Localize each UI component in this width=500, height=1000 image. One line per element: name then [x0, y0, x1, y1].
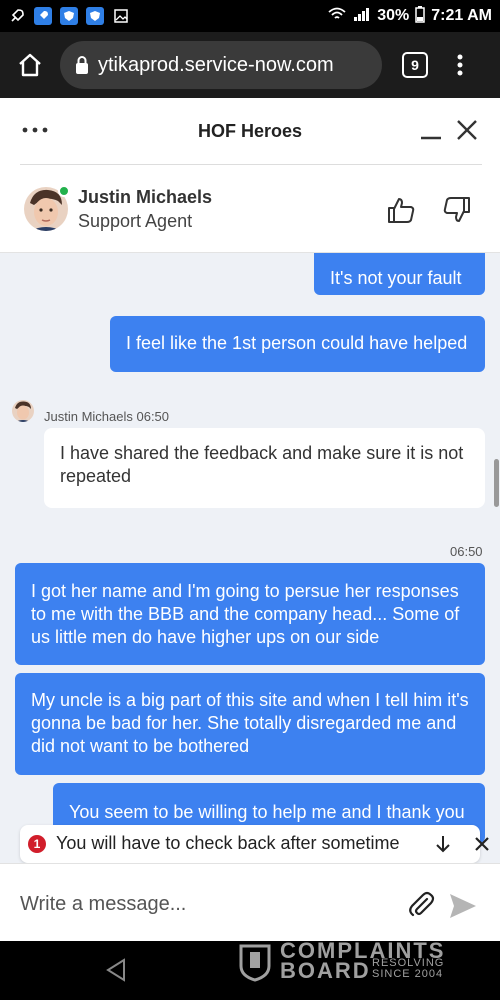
chat-header: HOF Heroes — [0, 98, 500, 165]
thumbs-up-icon — [388, 198, 415, 223]
home-icon — [19, 53, 41, 77]
scroll-down-button[interactable] — [432, 833, 454, 855]
message-composer — [0, 863, 500, 941]
lock-icon — [76, 56, 88, 74]
notification-banner: 1 You will have to check back after some… — [20, 825, 489, 863]
watermark-tagline: RESOLVING SINCE 2004 — [372, 957, 445, 980]
outgoing-message: It's not your fault — [314, 253, 485, 295]
complaints-board-logo — [239, 944, 271, 982]
watermark-line-2: BOARD — [280, 958, 371, 983]
paperclip-icon — [409, 891, 435, 917]
battery-icon — [415, 5, 425, 28]
close-icon — [457, 120, 477, 140]
watermark: COMPLAINTS BOARD RESOLVING SINCE 2004 — [238, 938, 458, 984]
close-chat-button[interactable] — [453, 116, 481, 144]
back-triangle-icon — [106, 958, 125, 982]
shield-icon — [60, 7, 78, 25]
message-timestamp: 06:50 — [450, 544, 483, 559]
notification-text: You will have to check back after someti… — [56, 833, 400, 853]
browser-menu-button[interactable] — [450, 47, 470, 83]
thumbs-down-button[interactable] — [442, 195, 472, 225]
close-icon — [475, 837, 489, 851]
shield-icon-2 — [86, 7, 104, 25]
minimize-icon — [421, 136, 441, 140]
message-input[interactable] — [20, 890, 380, 918]
clock: 7:21 AM — [431, 7, 492, 24]
send-icon — [450, 894, 476, 918]
agent-role: Support Agent — [78, 211, 193, 231]
address-bar[interactable]: ytikaprod.service-now.com — [60, 41, 382, 89]
thumbs-down-icon — [443, 197, 470, 222]
outgoing-message: My uncle is a big part of this site and … — [15, 673, 485, 775]
dismiss-notification-button[interactable] — [472, 834, 492, 854]
minimize-button[interactable] — [418, 118, 444, 144]
agent-name: Justin Michaels — [78, 187, 213, 207]
send-button[interactable] — [448, 892, 478, 920]
back-nav-button[interactable] — [104, 957, 128, 983]
signal-icon — [353, 6, 371, 27]
outgoing-message: I feel like the 1st person could have he… — [110, 316, 485, 372]
thumbs-up-button[interactable] — [386, 195, 416, 225]
arrow-down-icon — [436, 836, 450, 853]
chat-options-button[interactable] — [20, 120, 50, 140]
tab-switcher-button[interactable]: 9 — [402, 52, 428, 78]
status-bar: 30% 7:21 AM — [0, 0, 500, 32]
browser-toolbar: ytikaprod.service-now.com 9 — [0, 32, 500, 98]
agent-bar: Justin Michaels Support Agent — [0, 165, 500, 253]
notification-badge: 1 — [28, 835, 46, 853]
more-horizontal-icon — [22, 127, 48, 133]
agent-mini-avatar — [12, 400, 34, 422]
home-button[interactable] — [12, 47, 48, 83]
rocket-icon — [8, 7, 26, 25]
message-list[interactable]: It's not your fault I feel like the 1st … — [0, 253, 500, 863]
incoming-message: I have shared the feedback and make sure… — [44, 428, 485, 508]
outgoing-message: I got her name and I'm going to persue h… — [15, 563, 485, 665]
image-icon — [112, 7, 130, 25]
online-status-dot — [58, 185, 70, 197]
url-text: ytikaprod.service-now.com — [98, 53, 334, 76]
battery-percent: 30% — [377, 7, 410, 24]
agent-message-meta: Justin Michaels 06:50 — [44, 409, 170, 424]
app-rocket-icon — [34, 7, 52, 25]
more-vertical-icon — [457, 54, 463, 76]
wifi-icon — [327, 6, 347, 27]
attach-button[interactable] — [406, 890, 436, 920]
scrollbar-thumb[interactable] — [494, 459, 499, 507]
